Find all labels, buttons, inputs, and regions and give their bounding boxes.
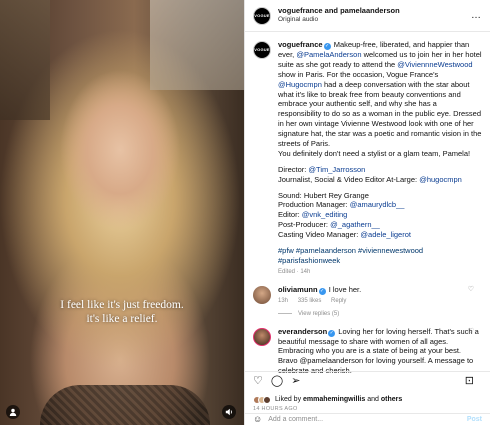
avatar[interactable]: VOGUE (253, 6, 271, 25)
speaker-icon[interactable] (222, 405, 236, 419)
mention-link[interactable]: @vnk_editing (302, 210, 348, 219)
mention-link[interactable]: @ViviennneWestwood (397, 60, 472, 69)
share-icon[interactable]: ➢ (291, 374, 300, 389)
mention-link[interactable]: @amaurydlcb__ (350, 200, 405, 209)
caption-line: Sound: Hubert Rey Grange (278, 190, 369, 200)
person-icon[interactable] (6, 405, 20, 419)
mention-link[interactable]: @Hugocmpn (278, 80, 322, 89)
mention-link[interactable]: @Tim_Jarrosson (308, 165, 365, 174)
caption: VOGUE voguefrance ✓ Makeup-free, liberate… (253, 40, 482, 275)
like-icon[interactable]: ♡ (253, 374, 263, 389)
save-icon[interactable]: ⊡ (465, 374, 474, 389)
caption-username[interactable]: voguefrance (278, 40, 323, 49)
action-bar: ♡ ◯ ➢ ⊡ (245, 371, 490, 391)
comment-likes[interactable]: 335 likes (298, 298, 322, 304)
avatar (263, 396, 271, 404)
view-replies-button[interactable]: View replies (5) (278, 311, 482, 319)
reply-button[interactable]: Reply (331, 298, 346, 304)
caption-line: You definitely don't need a stylist or a… (278, 148, 471, 158)
avatar[interactable] (253, 285, 271, 304)
post-button[interactable]: Post (467, 415, 482, 424)
audio-link[interactable]: Original audio (278, 16, 400, 25)
video-subtitle-line-2: it's like a relief. (86, 313, 158, 325)
avatar[interactable] (253, 327, 271, 346)
clothing-lace (40, 385, 210, 425)
post-sidebar: VOGUE voguefrance and pamelaanderson Ori… (244, 0, 490, 425)
emoji-icon[interactable]: ☺ (253, 414, 262, 425)
comment-time: 13h (278, 297, 289, 304)
post-date: 14 HOURS AGO (253, 405, 298, 412)
add-comment-bar: ☺ Add a comment... Post (245, 413, 490, 425)
background-door (0, 0, 50, 120)
heart-icon[interactable]: ♡ (468, 327, 474, 336)
heart-icon[interactable]: ♡ (468, 285, 474, 294)
video-subtitle-line-1: I feel like it's just freedom. (60, 299, 184, 311)
post-header: VOGUE voguefrance and pamelaanderson Ori… (245, 0, 490, 32)
comment-username[interactable]: oliviamunn (278, 285, 318, 294)
caption-meta: Edited · 14h (278, 268, 311, 275)
post-authors[interactable]: voguefrance and pamelaanderson (278, 6, 400, 16)
verified-badge-icon: ✓ (323, 43, 331, 50)
mention-link[interactable]: @hugocmpn (419, 175, 462, 184)
more-options-icon[interactable]: … (471, 9, 482, 22)
mention-link[interactable]: @adele_ligerot (360, 230, 411, 239)
liker-username[interactable]: emmahemingwillis (303, 396, 365, 403)
post-modal: I feel like it's just freedom. it's like… (0, 0, 490, 425)
verified-badge-icon: ✓ (318, 287, 326, 295)
vogue-logo: VOGUE (254, 12, 270, 18)
video-player[interactable]: I feel like it's just freedom. it's like… (0, 0, 244, 425)
comment-icon[interactable]: ◯ (271, 374, 283, 389)
comment-item: oliviamunn ✓ I love her. 13h 335 likes Re… (253, 285, 482, 319)
mention-link[interactable]: @_agathern__ (330, 220, 380, 229)
background-window (150, 0, 244, 90)
comment-item: everanderson ✓ Loving her for loving hers… (253, 327, 482, 373)
comment-input[interactable]: Add a comment... (268, 415, 323, 424)
hashtags[interactable]: #pfw #pamelaanderson #viviennewestwood #… (278, 246, 482, 266)
verified-badge-icon: ✓ (328, 329, 336, 337)
comment-username[interactable]: everanderson (278, 327, 327, 336)
mention-link[interactable]: @PamelaAnderson (296, 50, 361, 59)
comments-section[interactable]: VOGUE voguefrance ✓ Makeup-free, liberate… (245, 34, 490, 373)
comment-text: I love her. (328, 284, 362, 294)
others-link[interactable]: others (381, 396, 402, 403)
avatar[interactable]: VOGUE (253, 41, 271, 59)
